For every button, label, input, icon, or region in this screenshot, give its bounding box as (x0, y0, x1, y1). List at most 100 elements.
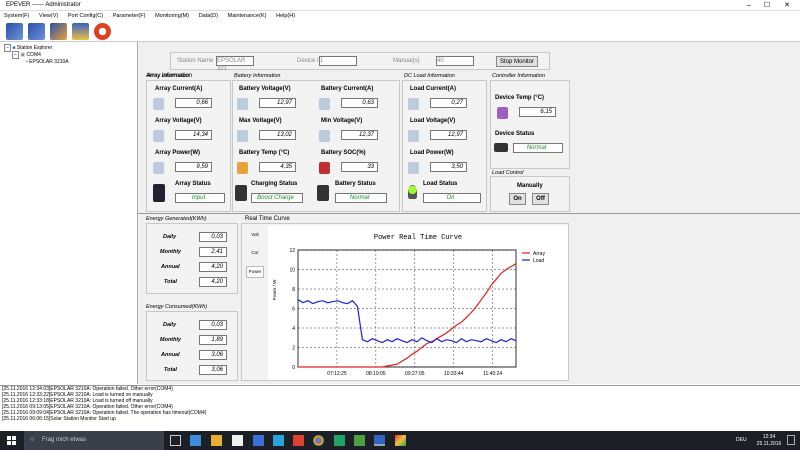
file-explorer-icon[interactable] (211, 435, 222, 446)
battery-info-panel: Battery Voltage(V) 12,97 Max Voltage(V) … (232, 80, 400, 212)
chrome-icon[interactable] (313, 435, 324, 446)
app-icon[interactable] (395, 435, 406, 446)
stop-monitor-button[interactable]: Stop Monitor (496, 56, 538, 67)
battery-status-value: Normal (335, 193, 387, 203)
station-name-label: Station Name (177, 58, 214, 64)
clock-date[interactable]: 25.11.2016 (754, 441, 784, 447)
tree-device[interactable]: ▪ EPSOLAR 3210A (26, 59, 69, 65)
window-title: EPEVER ------ Administrator (6, 2, 81, 8)
controller-device-icon (494, 143, 508, 152)
windows-start-icon[interactable] (7, 436, 16, 445)
voltmeter-icon (153, 130, 164, 142)
event-log[interactable]: [25.11.2016 12:34:03]EPSOLAR 3210A: Oper… (0, 385, 800, 431)
menu-monitoring[interactable]: Monitoring(M) (151, 11, 193, 19)
load-info-panel: Load Current(A) 0,27 Load Voltage(V) 12,… (402, 80, 487, 212)
menu-parameter[interactable]: Parameter(F) (109, 11, 150, 19)
menu-data[interactable]: Data(D) (195, 11, 222, 19)
x-tick-label: 09:27:05 (405, 371, 425, 377)
store-icon[interactable] (232, 435, 243, 446)
energy-con-annual-label: Annual (161, 352, 180, 358)
menu-port-config[interactable]: Port Config(C) (64, 11, 107, 19)
menu-maintenance[interactable]: Maintenance(K) (224, 11, 271, 19)
minimize-button[interactable]: – (742, 1, 756, 10)
min-voltage-value: 12,37 (341, 130, 378, 140)
energy-gen-daily-label: Daily (163, 234, 177, 240)
tab-power[interactable]: Power (246, 266, 264, 278)
load-voltage-value: 12,97 (430, 130, 467, 140)
load-voltage-label: Load Voltage(V) (410, 118, 456, 124)
load-current-label: Load Current(A) (410, 86, 456, 92)
controller-info-panel: Device Temp (°C) 6,15 Device Status Norm… (490, 80, 570, 169)
solar-panel-icon[interactable] (6, 23, 23, 40)
battery-info-title: Battery Information (234, 73, 281, 79)
energy-con-annual-value: 3,06 (199, 350, 227, 360)
energy-gen-annual-label: Annual (161, 264, 180, 270)
array-voltage-label: Array Voltage(V) (155, 118, 202, 124)
battery-temp-label: Battery Temp (°C) (239, 150, 290, 156)
ammeter-icon (408, 98, 419, 110)
app-icon[interactable] (354, 435, 365, 446)
y-tick-label: 2 (292, 346, 295, 352)
epever-app-icon[interactable] (374, 435, 385, 446)
battery-soc-value: 33 (341, 162, 378, 172)
excel-icon[interactable] (334, 435, 345, 446)
array-info-title: Array Information (147, 73, 190, 79)
tree-port[interactable]: − ▣ COM4 (12, 51, 41, 59)
menu-system[interactable]: System(F) (0, 11, 33, 19)
solar-panel-settings-icon[interactable] (50, 23, 67, 40)
battery-status-label: Battery Status (335, 181, 376, 187)
load-off-button[interactable]: Off (532, 193, 549, 205)
device-icon: ▪ (26, 59, 28, 65)
notification-icon[interactable] (787, 435, 795, 445)
device-status-label: Device Status (495, 131, 535, 137)
app-icon[interactable] (273, 435, 284, 446)
app-icon[interactable] (293, 435, 304, 446)
battery-icon (317, 185, 329, 201)
solar-module-icon (153, 184, 165, 202)
array-info-panel: Array Current(A) 0,66 Array Voltage(V) 1… (146, 80, 231, 212)
clock-time[interactable]: 12:34 (756, 434, 782, 440)
load-on-button[interactable]: On (509, 193, 526, 205)
menu-bar: System(F) View(V) Port Config(C) Paramet… (0, 11, 800, 21)
power-icon[interactable] (94, 23, 111, 40)
ammeter-icon (319, 98, 330, 110)
solar-panel-icon[interactable] (28, 23, 45, 40)
realtime-curve-panel: Volt Cur Power Power Real Time Curve Pow… (241, 223, 569, 381)
plot-area: 0 2 4 6 8 10 12 07:12:25 08:19:05 09:27:05 10:33:4… (289, 248, 545, 377)
search-icon: ○ (30, 436, 35, 443)
chart-ylabel: Power / W (272, 279, 277, 301)
station-explorer-tree: − ■ Station Explorer − ▣ COM4 ▪ EPSOLAR … (0, 42, 138, 384)
menu-help[interactable]: Help(H) (272, 11, 299, 19)
collapse-icon[interactable]: − (12, 51, 19, 59)
energy-con-monthly-value: 1,89 (199, 335, 227, 345)
port-icon: ▣ (20, 52, 26, 58)
close-button[interactable]: ✕ (780, 1, 794, 10)
y-tick-label: 0 (292, 365, 295, 371)
device-id-field[interactable]: 1 (319, 56, 357, 66)
energy-gen-monthly-value: 2,41 (199, 247, 227, 257)
tab-volt[interactable]: Volt (246, 230, 264, 240)
energy-con-monthly-label: Monthly (160, 337, 182, 343)
printer-icon[interactable] (72, 23, 89, 40)
edge-icon[interactable] (190, 435, 201, 446)
energy-gen-total-value: 4,20 (199, 277, 227, 287)
energy-con-daily-label: Daily (163, 322, 177, 328)
manual-interval-field[interactable]: 40 (436, 56, 474, 66)
mail-icon[interactable] (253, 435, 264, 446)
tab-cur[interactable]: Cur (246, 248, 264, 258)
energy-consumed-panel: Daily 0,03 Monthly 1,89 Annual 3,06 Tota… (146, 311, 238, 381)
language-indicator[interactable]: DEU (736, 437, 747, 443)
power-meter-icon (408, 162, 419, 174)
maximize-button[interactable]: ☐ (760, 1, 774, 10)
voltmeter-icon (319, 130, 330, 142)
taskbar-search-box[interactable]: ○ Frag mich etwas (24, 431, 164, 450)
menu-view[interactable]: View(V) (35, 11, 62, 19)
device-temp-label: Device Temp (°C) (495, 95, 544, 101)
task-view-icon[interactable] (170, 435, 181, 446)
load-status-label: Load Status (423, 181, 458, 187)
station-name-field[interactable]: EPSOLAR 321 (216, 56, 254, 72)
collapse-icon[interactable]: − (4, 44, 11, 52)
energy-generated-title: Energy Generated(KWh) (146, 216, 207, 222)
title-bar: EPEVER ------ Administrator – ☐ ✕ (0, 0, 800, 11)
device-temp-value: 6,15 (519, 107, 556, 117)
